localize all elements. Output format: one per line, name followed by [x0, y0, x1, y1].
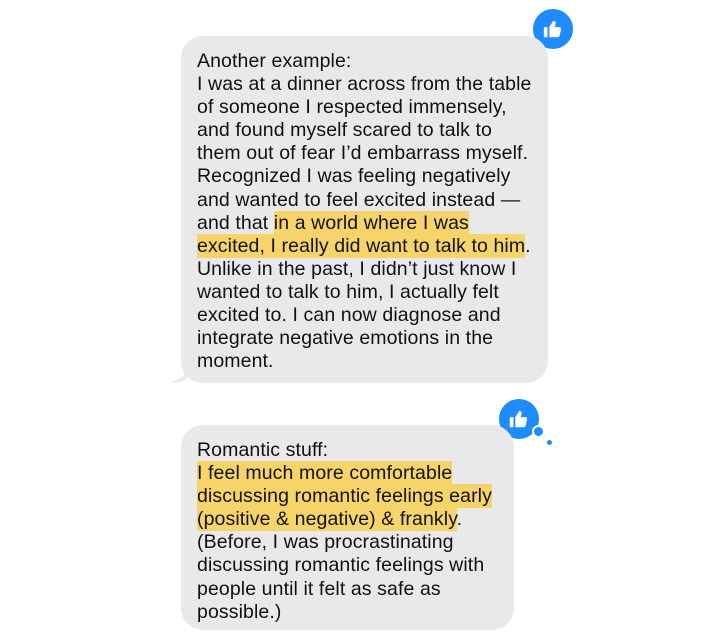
message-line: wanted to talk to him, I actually felt: [197, 280, 499, 303]
message-line: them out of fear I’d embarrass myself.: [197, 142, 529, 165]
message-bubble[interactable]: Romantic stuff: I feel much more comfort…: [181, 425, 514, 630]
highlighted-text: excited, I really did want to talk to hi…: [197, 233, 526, 258]
highlighted-text: discussing romantic feelings early: [197, 484, 492, 509]
line-text: .: [525, 234, 531, 257]
highlighted-text: I feel much more comfortable: [197, 461, 453, 486]
thumbs-up-icon: [543, 20, 562, 38]
message-line: and found myself scared to talk to: [197, 119, 492, 142]
message-line: excited, I really did want to talk to hi…: [197, 233, 548, 258]
message-line: and wanted to feel excited instead —: [197, 188, 521, 211]
thumbs-up-icon: [509, 410, 528, 428]
message-line: of someone I respected immensely,: [197, 96, 507, 119]
message-line: integrate negative emotions in the: [197, 327, 494, 350]
message-line: discussing romantic feelings early: [197, 484, 514, 509]
message-line: Recognized I was feeling negatively: [197, 165, 511, 188]
message-line: and that in a world where I was: [197, 210, 548, 235]
message-line: I was at a dinner across from the table: [197, 73, 532, 96]
line-text: and that: [197, 211, 274, 234]
highlighted-text: (positive & negative) & frankly: [197, 507, 457, 532]
message-line: excited to. I can now diagnose and: [197, 304, 501, 327]
reaction-tail-dot: [532, 425, 545, 438]
message-line: (Before, I was procrastinating: [197, 531, 454, 554]
message-line: Unlike in the past, I didn’t just know I: [197, 257, 517, 280]
message-line: moment.: [197, 350, 274, 373]
message-line: people until it felt as safe as: [197, 577, 441, 600]
message-line: discussing romantic feelings with: [197, 554, 485, 577]
reaction-tail-dot: [545, 438, 554, 447]
message-line: possible.): [197, 600, 282, 623]
message-bubble[interactable]: Another example: I was at a dinner acros…: [181, 36, 548, 383]
message-line: I feel much more comfortable: [197, 461, 514, 486]
line-text: .: [456, 508, 463, 531]
message-line: (positive & negative) & frankly.: [197, 507, 514, 532]
message-line: Another example:: [197, 50, 352, 72]
highlighted-text: in a world where I was: [273, 210, 469, 235]
message-line: Romantic stuff:: [197, 439, 329, 461]
